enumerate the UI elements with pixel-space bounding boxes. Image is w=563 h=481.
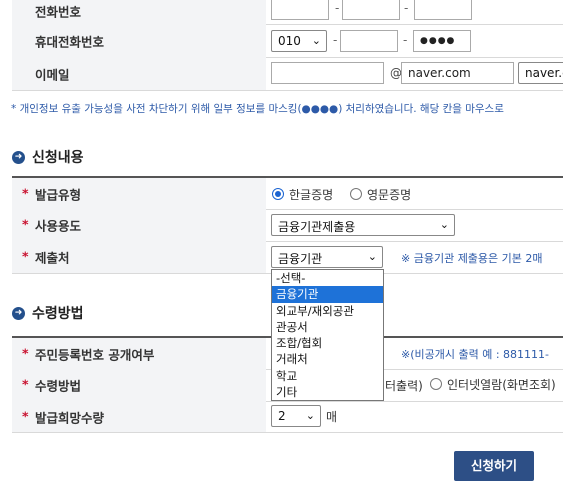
dropdown-option[interactable]: 관공서 (272, 319, 383, 335)
copies-select[interactable]: 2 ⌄ (271, 405, 321, 427)
phone-part2-input[interactable] (342, 0, 400, 20)
email-id-input[interactable] (271, 62, 384, 84)
email-domain-select[interactable]: naver.com (518, 62, 563, 84)
mobile-prefix-select[interactable]: 010 ⌄ (271, 30, 327, 52)
phone-part1-input[interactable] (271, 0, 329, 20)
phone-label: 전화번호 (35, 4, 82, 20)
dropdown-option[interactable]: 학교 (272, 368, 383, 384)
radio-korean[interactable] (272, 188, 284, 200)
phone-part3-input[interactable] (414, 0, 472, 20)
email-label: 이메일 (35, 67, 70, 82)
radio-korean-label[interactable]: 한글증명 (289, 186, 333, 203)
rrn-note: ※(비공개시 출력 예 : 881111- (401, 348, 550, 361)
usage-label: 사용용도 (22, 216, 81, 235)
mobile-dash-2: - (403, 33, 408, 47)
radio-internet-label[interactable]: 인터넷열람(화면조회) (447, 376, 556, 393)
issue-type-label: 발급유형 (22, 184, 81, 203)
dropdown-option[interactable]: 외교부/재외공관 (272, 303, 383, 319)
method-label: 수령방법 (22, 376, 81, 395)
row-mobile: 휴대전화번호 010 ⌄ - - ●●●● (12, 24, 563, 58)
phone-dash-2: - (404, 1, 409, 15)
row-phone: 전화번호 - - (12, 0, 563, 25)
dropdown-option[interactable]: 거래처 (272, 351, 383, 367)
row-usage: 사용용도 금융기관제출용 ⌄ (12, 209, 563, 242)
mobile-middle-input[interactable] (340, 30, 398, 52)
chevron-down-icon: ⌄ (311, 34, 321, 47)
section-receipt-title: ➜ 수령방법 (12, 303, 84, 323)
mobile-label: 휴대전화번호 (35, 34, 105, 49)
chevron-down-icon: ⌄ (305, 409, 315, 422)
radio-internet[interactable] (430, 378, 442, 390)
dropdown-option-highlighted[interactable]: 금융기관 (272, 286, 383, 303)
method-option-print-label[interactable]: 터출력) (385, 377, 423, 394)
copies-unit: 매 (326, 410, 338, 424)
submit-note: ※ 금융기관 제출용은 기본 2매 (401, 252, 543, 265)
email-domain-input[interactable]: naver.com (401, 62, 514, 84)
rrn-label: 주민등록번호 공개여부 (22, 344, 154, 363)
submit-application-button[interactable]: 신청하기 (454, 451, 534, 481)
arrow-right-circle-icon: ➜ (12, 306, 25, 320)
section-application-title: ➜ 신청내용 (12, 147, 84, 167)
usage-select[interactable]: 금융기관제출용 ⌄ (271, 214, 455, 236)
radio-english-label[interactable]: 영문증명 (367, 186, 411, 203)
row-issue-type: 발급유형 한글증명 영문증명 (12, 178, 563, 210)
phone-dash-1: - (335, 1, 340, 15)
mobile-dash-1: - (333, 33, 338, 47)
copies-label: 발급희망수량 (22, 407, 104, 426)
chevron-down-icon: ⌄ (367, 250, 377, 263)
submit-to-dropdown[interactable]: -선택- 금융기관 외교부/재외공관 관공서 조합/협회 거래처 학교 기타 (271, 269, 384, 402)
privacy-note: * 개인정보 유출 가능성을 사전 차단하기 위해 일부 정보를 마스킹(●●●… (11, 103, 504, 115)
dropdown-option[interactable]: 기타 (272, 384, 383, 400)
mobile-last-input[interactable]: ●●●● (413, 30, 471, 52)
radio-english[interactable] (350, 188, 362, 200)
submit-to-label: 제출처 (22, 248, 69, 267)
row-copies: 발급희망수량 2 ⌄ 매 (12, 401, 563, 433)
row-email: 이메일 @ naver.com naver.com (12, 57, 563, 91)
dropdown-option[interactable]: -선택- (272, 270, 383, 286)
arrow-right-circle-icon: ➜ (12, 150, 25, 164)
submit-to-select[interactable]: 금융기관 ⌄ (271, 246, 383, 268)
dropdown-option[interactable]: 조합/협회 (272, 335, 383, 351)
chevron-down-icon: ⌄ (439, 218, 449, 231)
